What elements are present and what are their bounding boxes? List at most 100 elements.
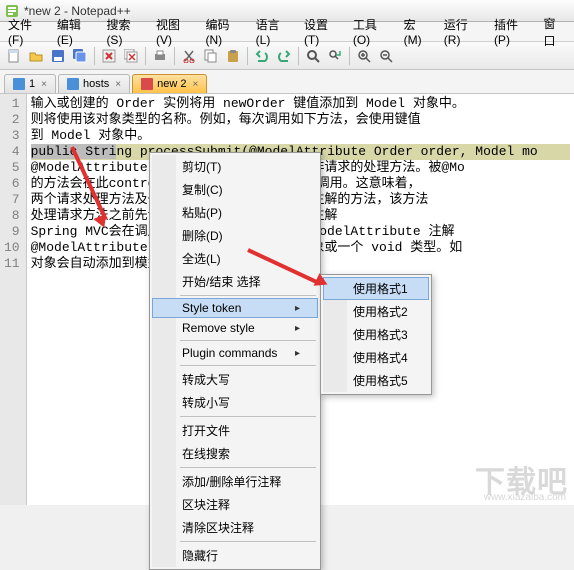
toolbar-separator	[247, 47, 248, 65]
menu-search[interactable]: 搜索(S)	[100, 14, 150, 49]
submenu-item[interactable]: 使用格式5	[323, 369, 429, 392]
gutter: 1234567891011	[0, 94, 27, 505]
context-menu-item[interactable]: 全选(L)	[152, 247, 318, 270]
menu-item-label: 删除(D)	[182, 227, 223, 244]
menu-item-label: 剪切(T)	[182, 158, 221, 175]
context-menu-item[interactable]: 添加/删除单行注释	[152, 470, 318, 493]
new-file-icon[interactable]	[4, 46, 24, 66]
code-line[interactable]: 则将使用该对象类型的名称。例如，每次调用如下方法，会使用键值	[31, 112, 570, 128]
paste-icon[interactable]	[223, 46, 243, 66]
context-menu-item[interactable]: 复制(C)	[152, 178, 318, 201]
file-icon	[13, 78, 25, 90]
undo-icon[interactable]	[252, 46, 272, 66]
code-line[interactable]: 到 Model 对象中。	[31, 128, 570, 144]
submenu-item[interactable]: 使用格式4	[323, 346, 429, 369]
copy-icon[interactable]	[201, 46, 221, 66]
context-menu-item[interactable]: 剪切(T)	[152, 155, 318, 178]
submenu-item[interactable]: 使用格式3	[323, 323, 429, 346]
menu-edit[interactable]: 编辑(E)	[51, 14, 101, 49]
menu-window[interactable]: 窗口	[537, 13, 572, 51]
line-number: 2	[4, 112, 20, 128]
submenu-arrow-icon: ▸	[295, 303, 300, 314]
menu-file[interactable]: 文件(F)	[2, 14, 51, 49]
menu-settings[interactable]: 设置(T)	[298, 14, 347, 49]
tab-hosts[interactable]: hosts ×	[58, 74, 130, 93]
tab-label: new 2	[157, 78, 186, 90]
menu-item-label: 清除区块注释	[182, 519, 254, 536]
menu-item-label: Remove style	[182, 321, 255, 335]
close-icon[interactable]: ×	[115, 79, 121, 90]
open-file-icon[interactable]	[26, 46, 46, 66]
cut-icon[interactable]	[179, 46, 199, 66]
context-menu-item[interactable]: Plugin commands▸	[152, 343, 318, 363]
menu-item-label: Style token	[182, 301, 241, 315]
menu-item-label: 添加/删除单行注释	[182, 473, 281, 490]
menu-item-label: 转成大写	[182, 371, 230, 388]
menu-item-label: 在线搜索	[182, 445, 230, 462]
menu-item-label: Plugin commands	[182, 346, 277, 360]
line-number: 4	[4, 144, 20, 160]
toolbar-separator	[145, 47, 146, 65]
tab-new2[interactable]: new 2 ×	[132, 74, 207, 93]
menu-item-label: 开始/结束 选择	[182, 273, 261, 290]
line-number: 5	[4, 160, 20, 176]
menu-separator	[180, 416, 316, 417]
context-menu-item[interactable]: 删除(D)	[152, 224, 318, 247]
context-menu-item[interactable]: 转成大写	[152, 368, 318, 391]
context-menu-item[interactable]: 粘贴(P)	[152, 201, 318, 224]
menu-tools[interactable]: 工具(O)	[347, 14, 398, 49]
menu-view[interactable]: 视图(V)	[150, 14, 200, 49]
tab-label: hosts	[83, 78, 109, 90]
toolbar-separator	[94, 47, 95, 65]
menu-separator	[180, 541, 316, 542]
code-line[interactable]: 输入或创建的 Order 实例将用 newOrder 键值添加到 Model 对…	[31, 96, 570, 112]
menu-separator	[180, 295, 316, 296]
tabstrip: 1 × hosts × new 2 ×	[0, 70, 574, 94]
menu-separator	[180, 365, 316, 366]
menu-item-label: 打开文件	[182, 422, 230, 439]
line-number: 8	[4, 208, 20, 224]
line-number: 3	[4, 128, 20, 144]
print-icon[interactable]	[150, 46, 170, 66]
submenu-item[interactable]: 使用格式2	[323, 300, 429, 323]
save-icon[interactable]	[48, 46, 68, 66]
menu-encoding[interactable]: 编码(N)	[200, 14, 250, 49]
line-number: 10	[4, 240, 20, 256]
file-icon	[141, 78, 153, 90]
context-menu-item[interactable]: 隐藏行	[152, 544, 318, 567]
submenu-arrow-icon: ▸	[295, 323, 300, 334]
close-all-icon[interactable]	[121, 46, 141, 66]
toolbar-separator	[174, 47, 175, 65]
context-menu-item[interactable]: Remove style ▸	[152, 318, 318, 338]
file-icon	[67, 78, 79, 90]
menu-plugins[interactable]: 插件(P)	[488, 14, 538, 49]
context-menu-item[interactable]: 转成小写	[152, 391, 318, 414]
menu-item-label: 使用格式4	[353, 351, 408, 365]
zoom-out-icon[interactable]	[376, 46, 396, 66]
find-icon[interactable]	[303, 46, 323, 66]
menu-item-label: 使用格式3	[353, 328, 408, 342]
menu-run[interactable]: 运行(R)	[438, 14, 488, 49]
menu-macro[interactable]: 宏(M)	[398, 14, 438, 49]
submenu-item[interactable]: 使用格式1	[323, 277, 429, 300]
tab-1[interactable]: 1 ×	[4, 74, 56, 93]
style-token-submenu: 使用格式1使用格式2 使用格式3 使用格式4 使用格式5	[320, 274, 432, 395]
context-menu-item[interactable]: 在线搜索	[152, 442, 318, 465]
menu-item-label: 复制(C)	[182, 181, 223, 198]
redo-icon[interactable]	[274, 46, 294, 66]
save-all-icon[interactable]	[70, 46, 90, 66]
zoom-in-icon[interactable]	[354, 46, 374, 66]
close-icon[interactable]: ×	[41, 79, 47, 90]
line-number: 11	[4, 256, 20, 272]
tab-label: 1	[29, 78, 35, 90]
menu-language[interactable]: 语言(L)	[250, 14, 298, 49]
context-menu-item[interactable]: 打开文件	[152, 419, 318, 442]
close-icon[interactable]: ×	[192, 79, 198, 90]
replace-icon[interactable]	[325, 46, 345, 66]
menu-item-label: 转成小写	[182, 394, 230, 411]
context-menu-item[interactable]: 清除区块注释	[152, 516, 318, 539]
toolbar-separator	[349, 47, 350, 65]
close-icon[interactable]	[99, 46, 119, 66]
context-menu-item[interactable]: Style token ▸	[152, 298, 318, 318]
menu-item-label: 粘贴(P)	[182, 204, 222, 221]
